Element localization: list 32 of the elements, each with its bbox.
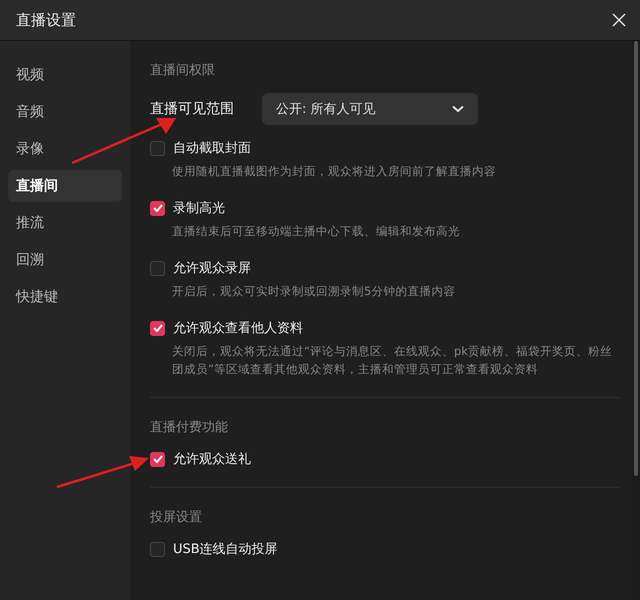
sidebar-item[interactable]: 视频 bbox=[8, 59, 122, 91]
sidebar-item[interactable]: 直播间 bbox=[8, 170, 122, 202]
section-title: 投屏设置 bbox=[150, 509, 203, 526]
section-title: 直播付费功能 bbox=[150, 419, 229, 436]
setting-description: 开启后，观众可实时录制或回溯录制5分钟的直播内容 bbox=[172, 283, 456, 300]
sidebar-item[interactable]: 推流 bbox=[8, 207, 122, 239]
checkbox[interactable] bbox=[150, 452, 165, 466]
checkbox-label: 允许观众送礼 bbox=[173, 451, 251, 468]
sidebar-item[interactable]: 录像 bbox=[8, 133, 122, 165]
checkbox[interactable] bbox=[150, 200, 165, 216]
checkbox[interactable] bbox=[150, 260, 165, 276]
setting-description: 关闭后，观众将无法通过“评论与消息区、在线观众、pk贡献榜、福袋开奖页、粉丝团成员”等区域查看其他观众资料，主播和管理员可正常查看观众资料 bbox=[172, 343, 613, 378]
visibility-dropdown[interactable]: 公开: 所有人可见 bbox=[262, 93, 478, 125]
checkbox-label: USB连线自动投屏 bbox=[173, 541, 278, 558]
setting-description: 直播结束后可至移动端主播中心下载、编辑和发布高光 bbox=[172, 223, 461, 240]
setting-description: 使用随机直播截图作为封面，观众将进入房间前了解直播内容 bbox=[172, 163, 497, 180]
section-title: 直播间权限 bbox=[150, 62, 216, 79]
checkbox[interactable] bbox=[150, 140, 165, 156]
window-title: 直播设置 bbox=[16, 10, 76, 30]
checkbox-label: 录制高光 bbox=[173, 200, 225, 217]
scrollbar[interactable] bbox=[632, 41, 640, 600]
close-icon[interactable] bbox=[612, 13, 626, 27]
sidebar-item[interactable]: 音频 bbox=[8, 96, 122, 128]
checkbox-label: 允许观众查看他人资料 bbox=[173, 320, 303, 337]
checkbox-label: 允许观众录屏 bbox=[173, 260, 251, 277]
chevron-down-icon bbox=[452, 105, 464, 113]
checkbox-label: 自动截取封面 bbox=[173, 140, 251, 157]
setting-label: 直播可见范围 bbox=[150, 100, 234, 118]
checkbox[interactable] bbox=[150, 542, 165, 556]
sidebar-item[interactable]: 回溯 bbox=[8, 244, 122, 276]
checkbox[interactable] bbox=[150, 320, 165, 336]
sidebar-item[interactable]: 快捷键 bbox=[8, 281, 122, 313]
